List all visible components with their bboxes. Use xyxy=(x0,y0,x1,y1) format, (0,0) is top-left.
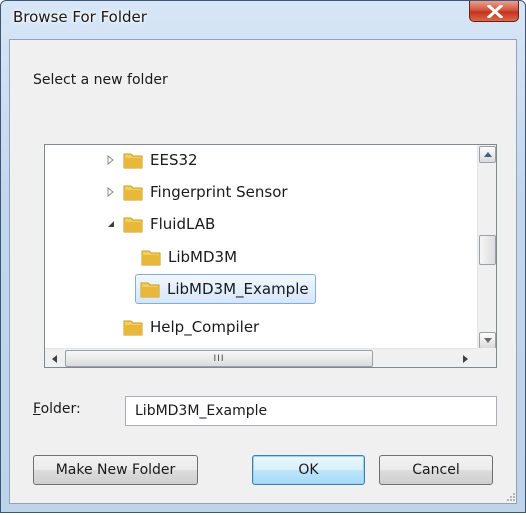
scroll-left-button[interactable] xyxy=(46,350,63,367)
folder-label-accesskey: F xyxy=(33,401,41,417)
tree-item-ees32[interactable]: EES32 xyxy=(105,146,198,174)
close-button[interactable] xyxy=(469,1,519,22)
tree-item-label: EES32 xyxy=(150,151,198,169)
tree-item-label: LibMD3M_Example xyxy=(167,280,309,298)
folder-icon xyxy=(123,216,143,233)
ok-button[interactable]: OK xyxy=(252,455,365,485)
ok-label: OK xyxy=(298,462,319,478)
collapse-triangle-icon[interactable] xyxy=(105,218,117,230)
folder-icon xyxy=(123,319,143,336)
folder-field-label: Folder: xyxy=(33,401,81,417)
folder-icon xyxy=(140,281,160,298)
tree-item-fingerprint-sensor[interactable]: Fingerprint Sensor xyxy=(105,178,288,206)
cancel-label: Cancel xyxy=(412,462,460,478)
folder-icon xyxy=(123,152,143,169)
resize-grip-icon[interactable] xyxy=(506,492,516,502)
arrow-right-icon xyxy=(463,354,468,363)
tree-item-label: FluidLAB xyxy=(150,215,216,233)
horizontal-scrollbar[interactable]: III xyxy=(45,348,477,367)
expand-triangle-icon[interactable] xyxy=(105,186,117,198)
scroll-grip-icon: III xyxy=(213,353,225,364)
arrow-up-icon xyxy=(483,152,492,157)
folder-tree-view[interactable]: EES32 Fingerprint Sensor FluidLAB LibMD3… xyxy=(44,144,497,368)
expand-triangle-icon[interactable] xyxy=(105,154,117,166)
dialog-description: Select a new folder xyxy=(33,72,168,88)
vertical-scrollbar[interactable] xyxy=(477,145,496,350)
make-new-folder-label: Make New Folder xyxy=(55,462,176,478)
folder-icon xyxy=(123,184,143,201)
folder-icon xyxy=(141,249,161,266)
tree-item-help-compiler[interactable]: Help_Compiler xyxy=(123,313,259,341)
scroll-right-button[interactable] xyxy=(457,350,474,367)
make-new-folder-button[interactable]: Make New Folder xyxy=(33,455,198,485)
tree-item-label: Fingerprint Sensor xyxy=(150,183,288,201)
tree-item-libmd3m[interactable]: LibMD3M xyxy=(141,243,237,271)
horizontal-scroll-thumb[interactable]: III xyxy=(65,350,373,367)
arrow-left-icon xyxy=(52,354,57,363)
title-bar[interactable]: Browse For Folder xyxy=(1,1,525,31)
scrollbar-corner xyxy=(477,348,496,367)
scroll-down-button[interactable] xyxy=(479,332,496,349)
folder-path-input[interactable] xyxy=(125,396,497,426)
tree-item-fluidlab[interactable]: FluidLAB xyxy=(105,210,215,238)
tree-item-libmd3m-example[interactable]: LibMD3M_Example xyxy=(135,274,316,304)
tree-item-label: Help_Compiler xyxy=(150,318,260,336)
cancel-button[interactable]: Cancel xyxy=(379,455,493,485)
close-icon xyxy=(487,5,503,18)
window-title: Browse For Folder xyxy=(13,8,147,26)
tree-item-label: LibMD3M xyxy=(168,248,238,266)
scroll-up-button[interactable] xyxy=(479,146,496,163)
vertical-scroll-thumb[interactable] xyxy=(479,235,496,265)
arrow-down-icon xyxy=(483,338,492,343)
folder-label-rest: older: xyxy=(40,401,81,417)
